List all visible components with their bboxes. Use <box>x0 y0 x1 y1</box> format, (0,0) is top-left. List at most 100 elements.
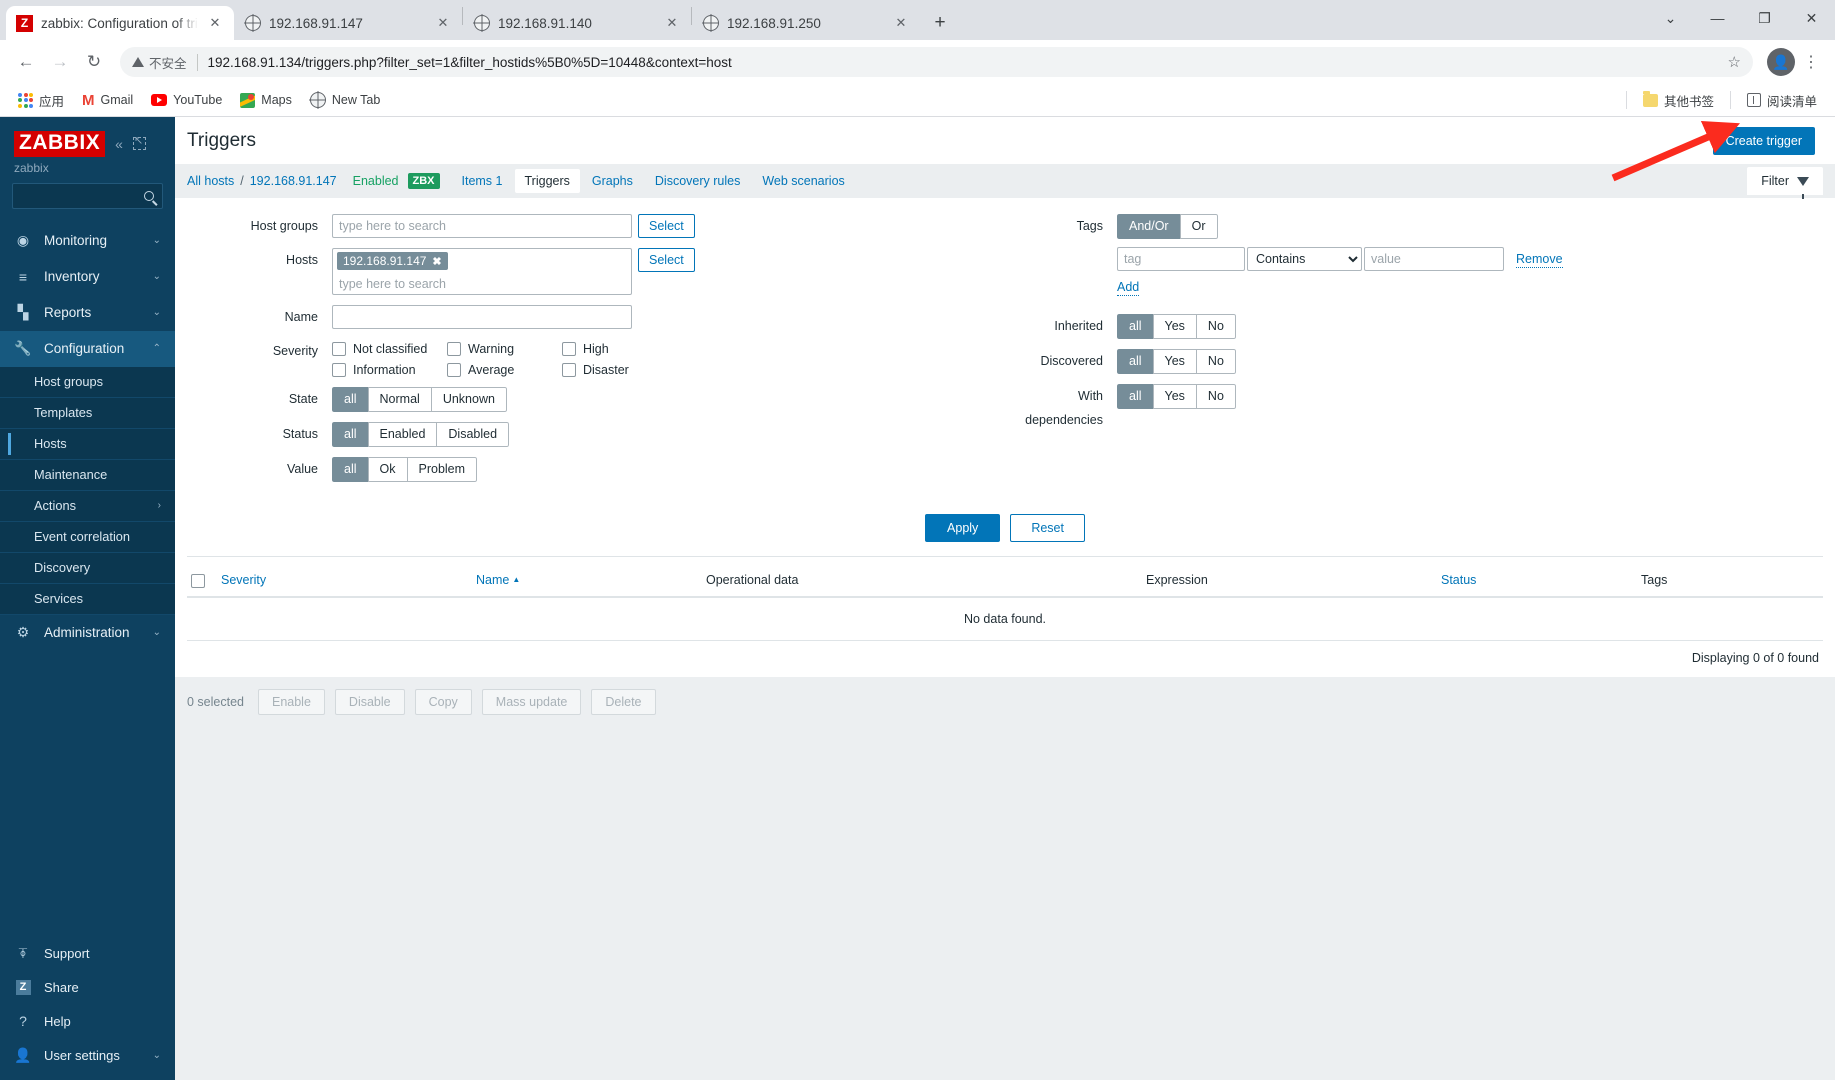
sidebar-item-hosts[interactable]: Hosts <box>0 429 175 460</box>
host-chip[interactable]: 192.168.91.147 ✖ <box>337 252 448 270</box>
with-dependencies-option-yes[interactable]: Yes <box>1152 384 1196 409</box>
search-input[interactable] <box>12 182 163 209</box>
name-input[interactable] <box>332 305 632 329</box>
severity-not-classified[interactable]: Not classified <box>332 342 447 356</box>
severity-average[interactable]: Average <box>447 363 562 377</box>
sidebar-item-configuration[interactable]: 🔧 Configuration ⌃ <box>0 330 175 367</box>
sidebar-item-share[interactable]: Z Share <box>0 970 175 1004</box>
close-icon[interactable]: ✕ <box>206 14 224 32</box>
sidebar-item-inventory[interactable]: ≡ Inventory ⌄ <box>0 259 175 295</box>
tag-name-input[interactable] <box>1117 247 1245 271</box>
tab-graphs[interactable]: Graphs <box>582 169 643 193</box>
severity-disaster[interactable]: Disaster <box>562 363 677 377</box>
close-icon[interactable]: ✕ <box>434 14 452 32</box>
maximize-icon[interactable]: ❐ <box>1741 0 1788 36</box>
state-option-normal[interactable]: Normal <box>367 387 431 412</box>
with-dependencies-option-all[interactable]: all <box>1117 384 1153 409</box>
forward-icon[interactable]: → <box>44 46 76 78</box>
tags-operator-or[interactable]: Or <box>1179 214 1218 239</box>
select-all-checkbox[interactable] <box>191 573 205 588</box>
checkbox-icon[interactable] <box>332 342 346 356</box>
browser-tab[interactable]: Z zabbix: Configuration of triggers ✕ <box>6 6 234 40</box>
column-name[interactable]: Name ▲ <box>472 565 702 598</box>
value-option-ok[interactable]: Ok <box>367 457 407 482</box>
host-status-enabled[interactable]: Enabled <box>353 174 399 188</box>
column-severity[interactable]: Severity <box>217 565 472 598</box>
address-bar[interactable]: 不安全 192.168.91.134/triggers.php?filter_s… <box>120 47 1753 77</box>
sidebar-item-host-groups[interactable]: Host groups <box>0 367 175 398</box>
severity-information[interactable]: Information <box>332 363 447 377</box>
bookmark-maps[interactable]: Maps <box>232 89 300 112</box>
sidebar-item-discovery[interactable]: Discovery <box>0 553 175 584</box>
state-option-all[interactable]: all <box>332 387 368 412</box>
sidebar-item-monitoring[interactable]: ◉ Monitoring ⌄ <box>0 223 175 259</box>
sidebar-item-help[interactable]: ? Help <box>0 1004 175 1038</box>
status-option-all[interactable]: all <box>332 422 368 447</box>
browser-tab[interactable]: 192.168.91.147 ✕ <box>234 6 462 40</box>
create-trigger-button[interactable]: Create trigger <box>1712 126 1815 155</box>
checkbox-icon[interactable] <box>332 363 346 377</box>
bookmark-youtube[interactable]: YouTube <box>143 89 230 111</box>
status-option-enabled[interactable]: Enabled <box>367 422 437 447</box>
sidebar-item-maintenance[interactable]: Maintenance <box>0 460 175 491</box>
tab-items[interactable]: Items 1 <box>452 169 513 193</box>
remove-tag-link[interactable]: Remove <box>1516 251 1563 268</box>
bookmark-star-icon[interactable]: ☆ <box>1728 53 1741 71</box>
breadcrumb-all-hosts[interactable]: All hosts <box>187 174 234 188</box>
sidebar-item-user-settings[interactable]: 👤 User settings ⌄ <box>0 1038 175 1072</box>
add-tag-link[interactable]: Add <box>1117 279 1140 296</box>
minimize-icon[interactable]: — <box>1694 0 1741 36</box>
status-option-disabled[interactable]: Disabled <box>436 422 510 447</box>
breadcrumb-host[interactable]: 192.168.91.147 <box>250 174 337 188</box>
sidebar-item-templates[interactable]: Templates <box>0 398 175 429</box>
sidebar-item-support[interactable]: ⍕ Support <box>0 936 175 970</box>
search-icon[interactable] <box>144 190 154 201</box>
apply-button[interactable]: Apply <box>925 514 1001 542</box>
host-groups-input[interactable] <box>332 214 632 238</box>
hosts-select-button[interactable]: Select <box>638 248 695 272</box>
inherited-option-all[interactable]: all <box>1117 314 1153 339</box>
bookmark-new-tab[interactable]: New Tab <box>302 88 388 112</box>
close-icon[interactable]: ✕ <box>892 14 910 32</box>
state-option-unknown[interactable]: Unknown <box>430 387 507 412</box>
tab-search-icon[interactable]: ⌄ <box>1647 0 1694 36</box>
security-warning[interactable]: 不安全 <box>132 53 187 72</box>
severity-warning[interactable]: Warning <box>447 342 562 356</box>
column-status[interactable]: Status <box>1437 565 1637 598</box>
sidebar-item-administration[interactable]: ⚙ Administration ⌄ <box>0 615 175 651</box>
hosts-input[interactable] <box>337 273 627 294</box>
window-close-icon[interactable]: ✕ <box>1788 0 1835 36</box>
inherited-option-no[interactable]: No <box>1195 314 1236 339</box>
hide-sidebar-icon[interactable] <box>132 134 146 151</box>
delete-button[interactable]: Delete <box>591 688 656 715</box>
inherited-option-yes[interactable]: Yes <box>1152 314 1196 339</box>
tags-operator-andor[interactable]: And/Or <box>1117 214 1180 239</box>
reload-icon[interactable]: ↻ <box>78 46 110 78</box>
close-icon[interactable]: ✕ <box>663 14 681 32</box>
copy-button[interactable]: Copy <box>414 688 472 715</box>
enable-button[interactable]: Enable <box>257 688 325 715</box>
tab-discovery-rules[interactable]: Discovery rules <box>645 169 750 193</box>
sidebar-item-services[interactable]: Services <box>0 584 175 615</box>
hosts-multiselect[interactable]: 192.168.91.147 ✖ <box>332 248 632 295</box>
collapse-sidebar-icon[interactable]: « <box>115 136 123 152</box>
other-bookmarks-folder[interactable]: 其他书签 <box>1635 87 1722 114</box>
checkbox-icon[interactable] <box>562 363 576 377</box>
discovered-option-no[interactable]: No <box>1195 349 1236 374</box>
host-groups-select-button[interactable]: Select <box>638 214 695 238</box>
checkbox-icon[interactable] <box>447 342 461 356</box>
value-option-problem[interactable]: Problem <box>406 457 478 482</box>
mass-update-button[interactable]: Mass update <box>481 688 582 715</box>
reset-button[interactable]: Reset <box>1010 514 1085 542</box>
bookmark-gmail[interactable]: M Gmail <box>74 89 141 112</box>
back-icon[interactable]: ← <box>10 46 42 78</box>
remove-chip-icon[interactable]: ✖ <box>432 255 441 268</box>
sidebar-item-event-correlation[interactable]: Event correlation <box>0 522 175 553</box>
sidebar-item-actions[interactable]: Actions › <box>0 491 175 522</box>
chrome-menu-icon[interactable]: ⋮ <box>1797 52 1825 72</box>
filter-toggle-button[interactable]: Filter <box>1747 167 1823 199</box>
search-field[interactable] <box>21 187 144 204</box>
tag-condition-select[interactable]: Contains <box>1247 247 1362 271</box>
checkbox-icon[interactable] <box>447 363 461 377</box>
discovered-option-all[interactable]: all <box>1117 349 1153 374</box>
